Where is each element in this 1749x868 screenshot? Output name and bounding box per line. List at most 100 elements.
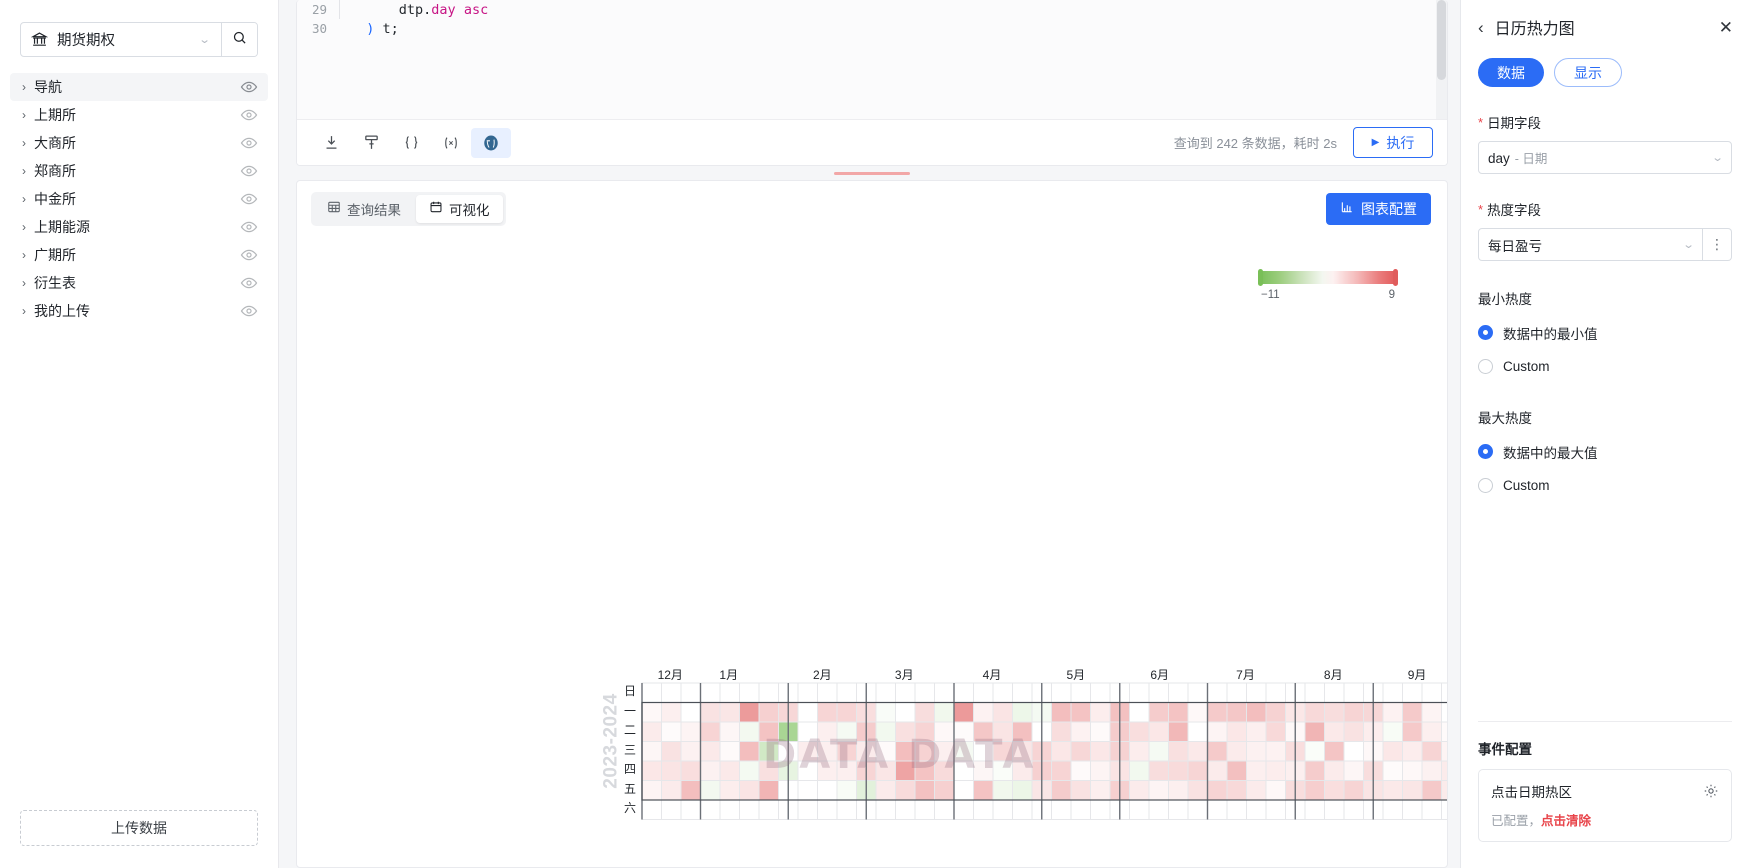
heatmap-cell[interactable] <box>1402 702 1423 723</box>
tab-display[interactable]: 显示 <box>1554 58 1622 87</box>
heat-field-select[interactable]: 每日盈亏 ⌄ <box>1478 228 1703 261</box>
heatmap-cell[interactable] <box>973 721 994 742</box>
heatmap-cell[interactable] <box>739 702 760 723</box>
heatmap-cell[interactable] <box>1207 682 1228 703</box>
heatmap-cell[interactable] <box>1441 702 1449 723</box>
heatmap-cell[interactable] <box>1187 682 1208 703</box>
heatmap-cell[interactable] <box>875 780 896 801</box>
heatmap-cell[interactable] <box>1090 741 1111 762</box>
heatmap-cell[interactable] <box>1382 780 1403 801</box>
datasource-select[interactable]: 期货期权 ⌄ <box>21 23 221 56</box>
heatmap-cell[interactable] <box>1402 721 1423 742</box>
heatmap-cell[interactable] <box>1090 780 1111 801</box>
heatmap-cell[interactable] <box>914 799 935 820</box>
heatmap-cell[interactable] <box>895 780 916 801</box>
heatmap-cell[interactable] <box>1207 702 1228 723</box>
format-indent-icon[interactable] <box>311 128 351 158</box>
eye-icon[interactable] <box>240 106 258 124</box>
heatmap-cell[interactable] <box>1187 780 1208 801</box>
heatmap-cell[interactable] <box>914 721 935 742</box>
heatmap-cell[interactable] <box>739 741 760 762</box>
heatmap-cell[interactable] <box>895 799 916 820</box>
heatmap-cell[interactable] <box>1246 799 1267 820</box>
heatmap-cell[interactable] <box>1090 799 1111 820</box>
sidebar-item-4[interactable]: › 中金所 <box>10 185 268 213</box>
heatmap-cell[interactable] <box>836 702 857 723</box>
heatmap-cell[interactable] <box>661 760 682 781</box>
heatmap-cell[interactable] <box>953 760 974 781</box>
sidebar-item-1[interactable]: › 上期所 <box>10 101 268 129</box>
heatmap-cell[interactable] <box>973 702 994 723</box>
beautify-icon[interactable] <box>351 128 391 158</box>
heatmap-cell[interactable] <box>1382 741 1403 762</box>
close-icon[interactable]: ✕ <box>1719 19 1733 36</box>
heatmap-cell[interactable] <box>1421 702 1442 723</box>
chevron-right-icon[interactable]: › <box>16 109 32 121</box>
upload-data-button[interactable]: 上传数据 <box>20 810 258 846</box>
heatmap-cell[interactable] <box>797 760 818 781</box>
heatmap-cell[interactable] <box>1090 702 1111 723</box>
datasource-picker[interactable]: 期货期权 ⌄ <box>20 22 258 57</box>
heatmap-cell[interactable] <box>914 741 935 762</box>
heatmap-cell[interactable] <box>1207 741 1228 762</box>
heatmap-cell[interactable] <box>680 682 701 703</box>
heatmap-cell[interactable] <box>1226 702 1247 723</box>
heatmap-cell[interactable] <box>953 721 974 742</box>
heatmap-cell[interactable] <box>934 702 955 723</box>
eye-icon[interactable] <box>240 302 258 320</box>
heatmap-cell[interactable] <box>680 760 701 781</box>
heatmap-cell[interactable] <box>1051 721 1072 742</box>
eye-icon[interactable] <box>240 218 258 236</box>
heatmap-cell[interactable] <box>1265 682 1286 703</box>
heatmap-cell[interactable] <box>1070 682 1091 703</box>
heatmap-cell[interactable] <box>1265 741 1286 762</box>
heatmap-cell[interactable] <box>1051 780 1072 801</box>
max-heat-option-custom[interactable]: Custom <box>1478 472 1732 499</box>
chevron-left-icon[interactable]: ‹ <box>1478 19 1484 36</box>
sidebar-item-3[interactable]: › 郑商所 <box>10 157 268 185</box>
heatmap-cell[interactable] <box>1051 799 1072 820</box>
heatmap-cell[interactable] <box>992 741 1013 762</box>
heatmap-cell[interactable] <box>1187 741 1208 762</box>
heatmap-cell[interactable] <box>992 799 1013 820</box>
heatmap-cell[interactable] <box>1421 780 1442 801</box>
heatmap-cell[interactable] <box>934 721 955 742</box>
heatmap-cell[interactable] <box>992 721 1013 742</box>
heatmap-cell[interactable] <box>953 780 974 801</box>
heatmap-cell[interactable] <box>1324 799 1345 820</box>
heatmap-cell[interactable] <box>1012 760 1033 781</box>
heatmap-cell[interactable] <box>739 780 760 801</box>
heatmap-cell[interactable] <box>1441 721 1449 742</box>
heatmap-cell[interactable] <box>1168 741 1189 762</box>
heatmap-cell[interactable] <box>797 682 818 703</box>
min-heat-option-custom[interactable]: Custom <box>1478 353 1732 380</box>
heatmap-cell[interactable] <box>914 682 935 703</box>
heatmap-cell[interactable] <box>700 799 721 820</box>
heatmap-cell[interactable] <box>1246 760 1267 781</box>
heatmap-cell[interactable] <box>992 682 1013 703</box>
heatmap-cell[interactable] <box>1129 780 1150 801</box>
heatmap-cell[interactable] <box>817 702 838 723</box>
heatmap-cell[interactable] <box>1304 702 1325 723</box>
heatmap-cell[interactable] <box>1148 682 1169 703</box>
heatmap-cell[interactable] <box>1168 780 1189 801</box>
heatmap-cell[interactable] <box>1070 721 1091 742</box>
eye-icon[interactable] <box>240 274 258 292</box>
heatmap-cell[interactable] <box>758 780 779 801</box>
heatmap-cell[interactable] <box>1343 760 1364 781</box>
heatmap-cell[interactable] <box>934 682 955 703</box>
postgresql-icon[interactable] <box>471 127 511 158</box>
event-clear-link[interactable]: 点击清除 <box>1541 814 1591 828</box>
heatmap-cell[interactable] <box>641 741 662 762</box>
heatmap-cell[interactable] <box>895 760 916 781</box>
heatmap-cell[interactable] <box>719 721 740 742</box>
heatmap-cell[interactable] <box>1012 780 1033 801</box>
more-vertical-icon[interactable]: ⋮ <box>1703 228 1732 261</box>
heatmap-cell[interactable] <box>1070 780 1091 801</box>
heatmap-cell[interactable] <box>700 682 721 703</box>
sidebar-item-8[interactable]: › 我的上传 <box>10 297 268 325</box>
heatmap-cell[interactable] <box>1343 799 1364 820</box>
heatmap-cell[interactable] <box>875 799 896 820</box>
heatmap-cell[interactable] <box>875 741 896 762</box>
heatmap-cell[interactable] <box>739 760 760 781</box>
